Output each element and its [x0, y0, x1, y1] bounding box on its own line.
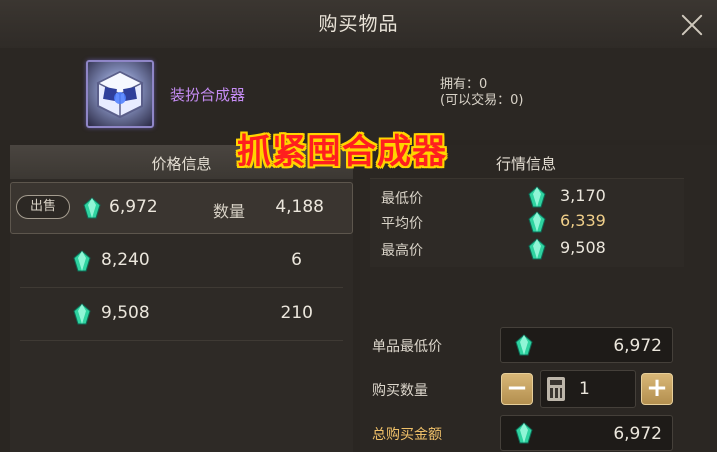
unit-min-value: 6,972: [613, 336, 662, 356]
row-price: 8,240: [101, 250, 150, 270]
calculator-icon[interactable]: [547, 377, 565, 401]
increase-qty-button[interactable]: +: [641, 373, 673, 405]
max-price-value: 9,508: [560, 238, 606, 257]
row-qty: 210: [280, 303, 313, 323]
min-price-label: 最低价: [381, 191, 423, 207]
gem-icon: [528, 186, 546, 208]
buy-qty-label: 购买数量: [372, 383, 428, 399]
unit-min-label: 单品最低价: [372, 339, 442, 355]
unit-min-field: 6,972: [500, 327, 673, 363]
promo-overlay-text: 抓紧囤合成器: [237, 132, 447, 172]
price-row[interactable]: 出售 6,972 数量 4,188: [10, 182, 353, 234]
price-row[interactable]: 9,508 210: [10, 288, 353, 338]
decrease-qty-button[interactable]: −: [501, 373, 533, 405]
owned-info: 拥有：0 (可以交易：0): [440, 77, 523, 109]
gem-icon: [73, 250, 91, 272]
title-bar: 购买物品: [0, 0, 717, 49]
row-qty: 4,188: [275, 197, 324, 217]
total-value: 6,972: [613, 424, 662, 444]
price-panel: 价格信息 出售 6,972 数量 4,188 8,240 6 9,508 210: [10, 145, 353, 452]
price-row[interactable]: 8,240 6: [10, 235, 353, 285]
gem-icon: [83, 197, 101, 219]
row-price: 9,508: [101, 303, 150, 323]
max-price-label: 最高价: [381, 243, 423, 259]
market-header: 行情信息: [496, 155, 557, 173]
gem-icon: [515, 334, 533, 356]
min-price-value: 3,170: [560, 186, 606, 205]
row-price: 6,972: [109, 197, 158, 217]
quantity-value: 1: [579, 379, 590, 399]
minus-icon: −: [506, 373, 528, 403]
quantity-input[interactable]: 1: [540, 370, 636, 408]
total-field: 6,972: [500, 415, 673, 451]
sell-tag: 出售: [16, 195, 70, 219]
total-label: 总购买金额: [372, 427, 442, 443]
close-icon[interactable]: [678, 10, 708, 40]
tradable-count: (可以交易：0): [440, 93, 524, 108]
row-qty: 6: [291, 250, 302, 270]
gem-icon: [528, 211, 546, 233]
gem-icon: [528, 238, 546, 260]
item-name: 装扮合成器: [170, 86, 246, 104]
avg-price-label: 平均价: [381, 216, 423, 232]
row-divider: [20, 340, 343, 341]
gem-icon: [515, 422, 533, 444]
plus-icon: +: [646, 373, 668, 403]
window-title: 购买物品: [318, 13, 399, 35]
qty-label: 数量: [213, 202, 246, 221]
cube-synthesizer-icon: [86, 60, 154, 128]
avg-price-value: 6,339: [560, 211, 606, 230]
gem-icon: [73, 303, 91, 325]
owned-count: 拥有：0: [440, 77, 488, 92]
